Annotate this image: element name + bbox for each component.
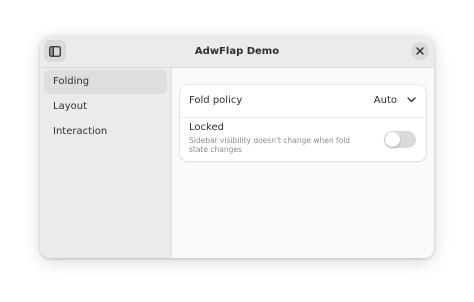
chevron-down-icon[interactable] (407, 97, 416, 103)
fold-policy-label: Fold policy (189, 95, 243, 106)
app-window: AdwFlap Demo Folding Layout Interaction … (40, 36, 434, 258)
locked-row: Locked Sidebar visibility doesn't change… (180, 118, 426, 161)
sidebar-item-interaction[interactable]: Interaction (44, 120, 167, 144)
switch-knob (385, 132, 400, 147)
close-button[interactable] (411, 42, 429, 60)
fold-policy-row[interactable]: Fold policy Auto (180, 85, 426, 118)
close-icon (416, 47, 424, 55)
content-pane: Fold policy Auto Locked Sidebar visibili… (172, 68, 434, 258)
headerbar: AdwFlap Demo (40, 36, 434, 68)
sidebar-item-folding[interactable]: Folding (44, 70, 167, 94)
sidebar: Folding Layout Interaction (40, 68, 172, 258)
preferences-group: Fold policy Auto Locked Sidebar visibili… (180, 85, 426, 161)
sidebar-item-layout[interactable]: Layout (44, 95, 167, 119)
fold-policy-value[interactable]: Auto (374, 85, 397, 117)
window-title: AdwFlap Demo (194, 46, 280, 57)
locked-title: Locked (189, 122, 224, 133)
locked-switch[interactable] (384, 131, 416, 148)
locked-subtitle: Sidebar visibility doesn't change when f… (189, 136, 351, 154)
